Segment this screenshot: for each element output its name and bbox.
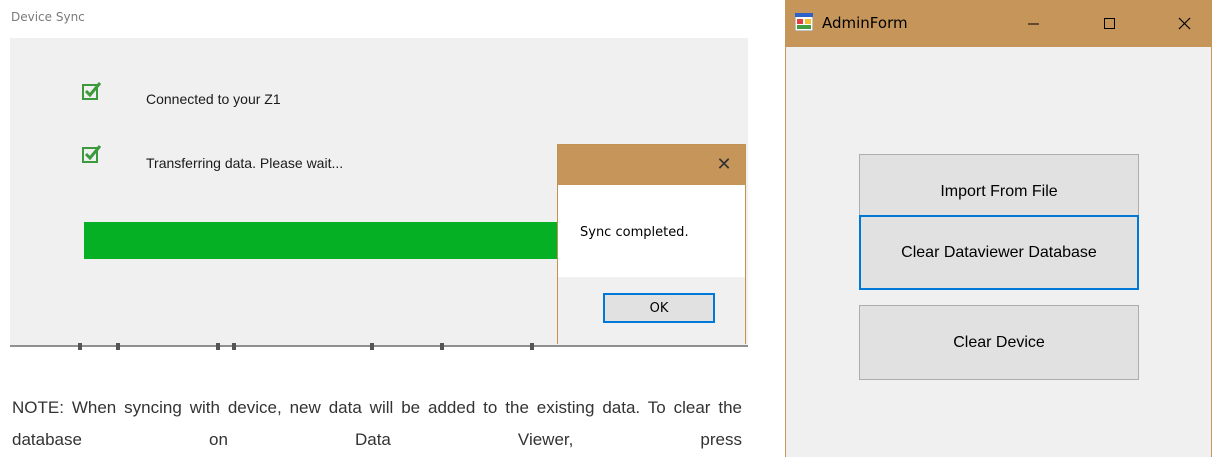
maximize-icon[interactable] bbox=[1086, 0, 1132, 47]
decorative-tick bbox=[78, 343, 82, 350]
close-icon[interactable] bbox=[1161, 0, 1207, 47]
decorative-tick bbox=[116, 343, 120, 350]
note-text: NOTE: When syncing with device, new data… bbox=[12, 398, 742, 449]
decorative-tick bbox=[232, 343, 236, 350]
decorative-tick bbox=[440, 343, 444, 350]
dialog-message: Sync completed. bbox=[580, 225, 689, 240]
status-transferring-text: Transferring data. Please wait... bbox=[146, 155, 344, 171]
ok-button[interactable]: OK bbox=[603, 293, 715, 323]
clear-device-button[interactable]: Clear Device bbox=[859, 305, 1139, 380]
clear-dataviewer-database-button[interactable]: Clear Dataviewer Database bbox=[859, 215, 1139, 290]
admin-form-title: AdminForm bbox=[822, 14, 908, 32]
decorative-tick bbox=[370, 343, 374, 350]
admin-form-window: AdminForm Import From File Clear Datavie… bbox=[785, 0, 1212, 457]
checkbox-checked-icon bbox=[82, 82, 102, 100]
status-connected-text: Connected to your Z1 bbox=[146, 91, 281, 107]
minimize-icon[interactable] bbox=[1010, 0, 1056, 47]
sync-completed-dialog: ✕ Sync completed. OK bbox=[557, 144, 746, 344]
dialog-close-button[interactable]: ✕ bbox=[710, 151, 738, 179]
decorative-tick bbox=[216, 343, 220, 350]
decorative-tick bbox=[530, 343, 534, 350]
checkbox-checked-icon bbox=[82, 145, 102, 163]
device-sync-window-title: Device Sync bbox=[11, 10, 85, 24]
app-icon bbox=[795, 13, 813, 31]
